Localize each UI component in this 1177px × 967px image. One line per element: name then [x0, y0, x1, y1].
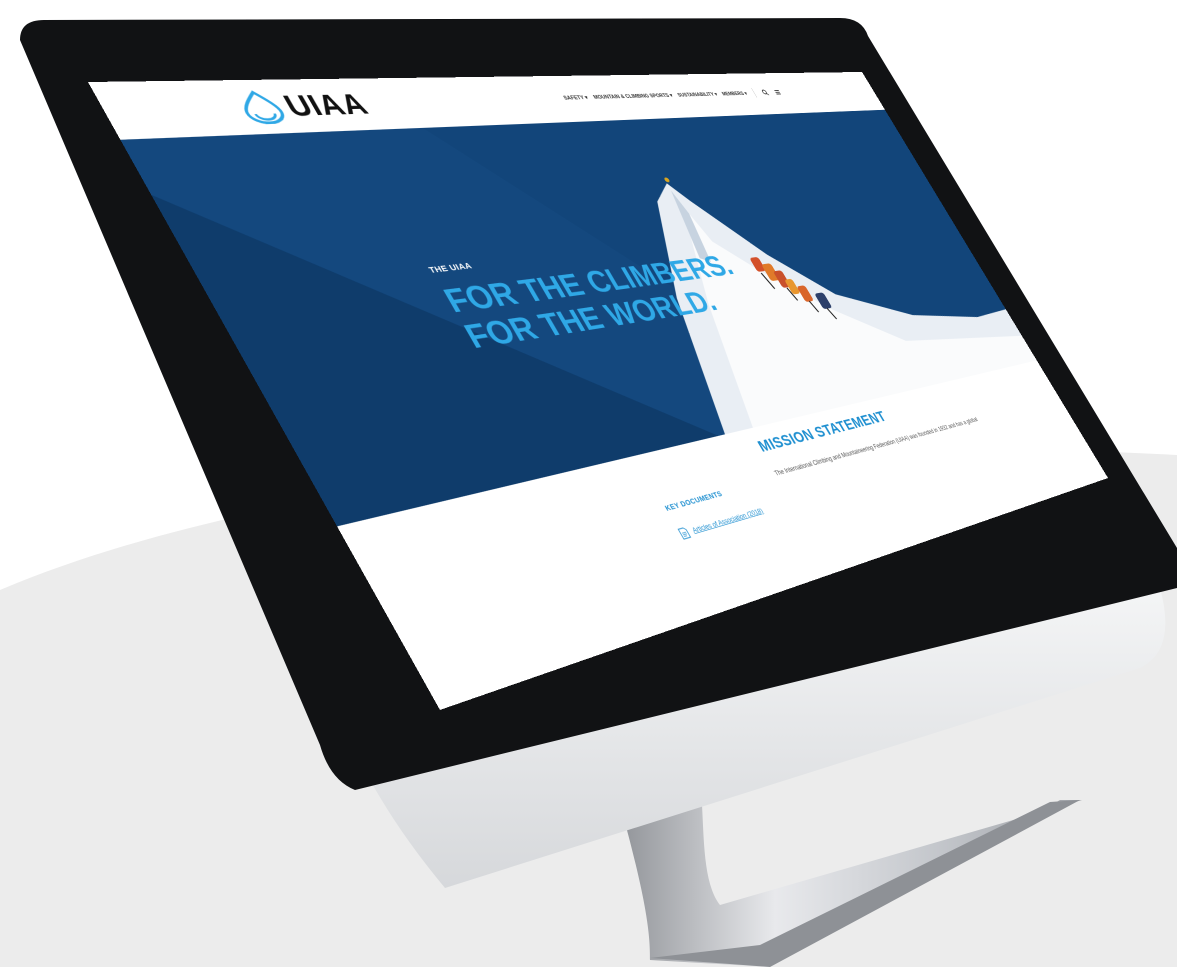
site-logo[interactable]: UIAA [229, 88, 374, 125]
search-icon[interactable] [759, 88, 771, 97]
nav-mountain-climbing-sports[interactable]: MOUNTAIN & CLIMBING SPORTS ▾ [592, 92, 674, 100]
document-icon [677, 527, 691, 540]
main-nav: SAFETY ▾ MOUNTAIN & CLIMBING SPORTS ▾ SU… [561, 88, 784, 103]
key-document-link[interactable]: Articles of Association (2018) [677, 505, 765, 539]
nav-members[interactable]: MEMBERS ▾ [720, 90, 749, 97]
key-documents-title: KEY DOCUMENTS [663, 489, 724, 513]
nav-safety[interactable]: SAFETY ▾ [562, 94, 589, 100]
key-document-link-text[interactable]: Articles of Association (2018) [691, 507, 765, 535]
nav-divider [751, 88, 758, 98]
nav-sustainability[interactable]: SUSTAINABILITY ▾ [676, 91, 718, 97]
logo-text: UIAA [277, 88, 375, 123]
menu-icon[interactable] [771, 88, 783, 97]
